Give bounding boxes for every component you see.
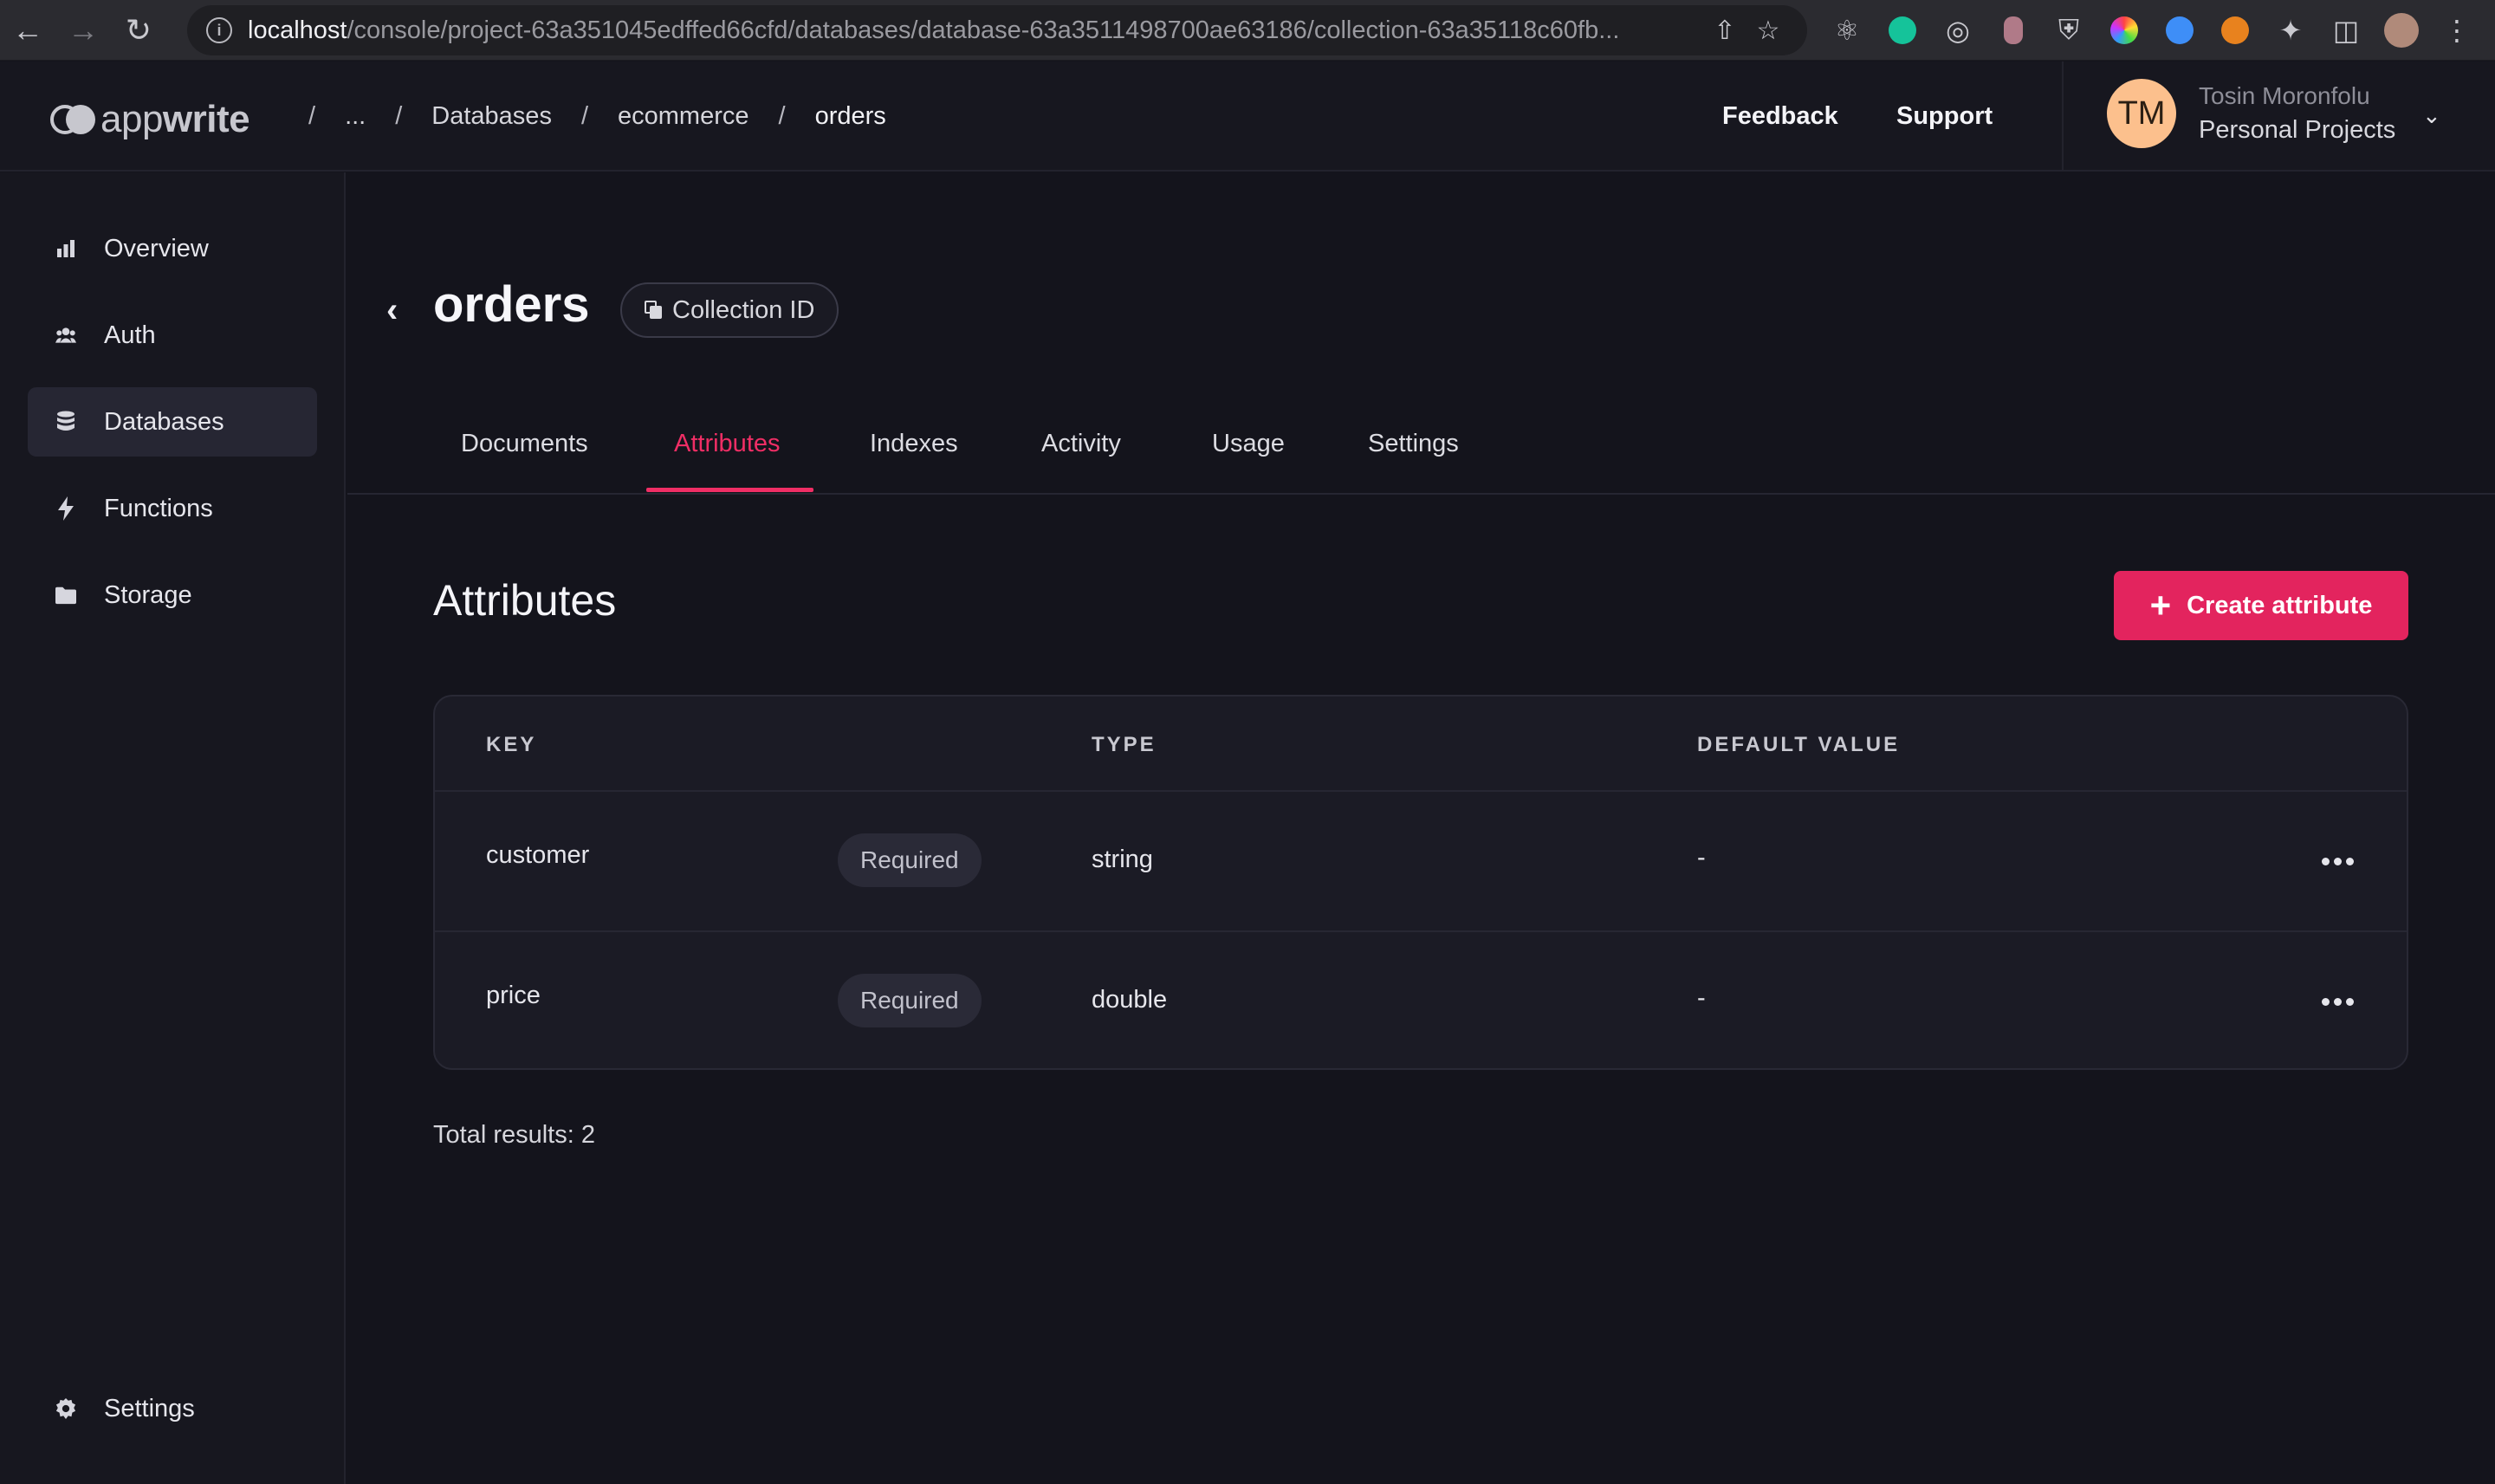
- database-icon: [55, 411, 76, 432]
- back-arrow-icon[interactable]: ←: [0, 0, 55, 61]
- chevron-down-icon[interactable]: ⌄: [2422, 102, 2441, 129]
- collection-id-label: Collection ID: [672, 295, 815, 324]
- logo-text: appwrite: [100, 98, 250, 140]
- tab-attributes[interactable]: Attributes: [674, 430, 781, 458]
- chart-bar-icon: [55, 238, 76, 259]
- user-org: Personal Projects: [2199, 116, 2396, 144]
- tab-usage[interactable]: Usage: [1212, 430, 1285, 458]
- row-key: customer: [486, 841, 590, 869]
- appwrite-logo-mark-icon: [50, 105, 95, 134]
- lightning-icon: [55, 496, 76, 521]
- back-chevron-icon[interactable]: ‹: [386, 291, 398, 330]
- reload-icon[interactable]: ↻: [111, 0, 166, 61]
- total-results: Total results: 2: [433, 1121, 595, 1149]
- avatar: TM: [2107, 79, 2176, 148]
- row-default: -: [1697, 844, 1706, 872]
- share-icon[interactable]: ⇧: [1703, 16, 1746, 46]
- sidebar-item-overview[interactable]: Overview: [28, 214, 317, 283]
- required-badge: Required: [838, 974, 982, 1027]
- user-info: Tosin Moronfolu Personal Projects: [2199, 80, 2395, 147]
- profile-avatar-icon[interactable]: [2374, 0, 2429, 61]
- sidebar-item-label: Overview: [104, 234, 209, 262]
- breadcrumb-databases[interactable]: Databases: [431, 102, 552, 131]
- sidebar-item-databases[interactable]: Databases: [28, 387, 317, 457]
- row-key: price: [486, 982, 541, 1009]
- tab-documents[interactable]: Documents: [461, 430, 588, 458]
- sidebar-item-auth[interactable]: Auth: [28, 301, 317, 370]
- url-text[interactable]: localhost/console/project-63a351045edffe…: [248, 16, 1703, 45]
- site-info-icon[interactable]: i: [206, 17, 232, 43]
- users-icon: [55, 325, 76, 346]
- sidebar-item-storage[interactable]: Storage: [28, 561, 317, 630]
- bookmark-star-icon[interactable]: ☆: [1746, 16, 1790, 46]
- column-header-type: TYPE: [1092, 733, 1157, 756]
- header-divider: [2062, 62, 2064, 172]
- grammarly-icon[interactable]: [1875, 0, 1930, 61]
- react-devtools-icon[interactable]: ⚛: [1819, 0, 1875, 61]
- sidebar-item-label: Settings: [104, 1394, 195, 1422]
- color-picker-icon[interactable]: [2096, 0, 2152, 61]
- puzzle-extensions-icon[interactable]: ✦: [2263, 0, 2318, 61]
- tabs-bar: Documents Attributes Indexes Activity Us…: [347, 381, 2495, 495]
- feedback-button[interactable]: Feedback: [1722, 102, 1838, 131]
- active-tab-indicator: [646, 488, 813, 492]
- address-bar[interactable]: i localhost/console/project-63a351045edf…: [187, 5, 1807, 55]
- extensions-area: ⚛ ◎ ⛨ ✦ ◫ ⋮: [1819, 0, 2485, 61]
- create-attribute-button[interactable]: + Create attribute: [2114, 571, 2408, 640]
- plus-icon: +: [2149, 585, 2172, 625]
- row-divider: [435, 790, 2407, 792]
- tab-activity[interactable]: Activity: [1041, 430, 1121, 458]
- target-extension-icon[interactable]: ◎: [1930, 0, 1986, 61]
- forward-arrow-icon[interactable]: →: [55, 0, 111, 61]
- breadcrumb-ecommerce[interactable]: ecommerce: [618, 102, 749, 131]
- eth-extension-icon[interactable]: [2152, 0, 2207, 61]
- attributes-table: KEY TYPE DEFAULT VALUE customer Required…: [433, 695, 2408, 1070]
- side-panel-icon[interactable]: ◫: [2318, 0, 2374, 61]
- create-attribute-label: Create attribute: [2187, 591, 2373, 619]
- breadcrumb: / ... / Databases / ecommerce / orders: [308, 101, 886, 131]
- sidebar-item-label: Storage: [104, 580, 192, 609]
- metamask-icon[interactable]: [2207, 0, 2263, 61]
- kebab-menu-icon[interactable]: ⋮: [2429, 0, 2485, 61]
- tab-indexes[interactable]: Indexes: [870, 430, 958, 458]
- user-menu[interactable]: TM Tosin Moronfolu Personal Projects: [2107, 79, 2395, 148]
- column-header-key: KEY: [486, 733, 537, 756]
- collection-id-button[interactable]: Collection ID: [620, 282, 839, 338]
- shield-extension-icon[interactable]: ⛨: [2041, 0, 2096, 61]
- column-header-default: DEFAULT VALUE: [1697, 733, 1901, 756]
- browser-toolbar: ← → ↻ i localhost/console/project-63a351…: [0, 0, 2495, 61]
- page-title: orders: [433, 276, 590, 333]
- breadcrumb-orders[interactable]: orders: [815, 102, 886, 131]
- gear-icon: [55, 1398, 76, 1419]
- copy-icon: [645, 301, 664, 320]
- row-default: -: [1697, 984, 1706, 1012]
- breadcrumb-ellipsis[interactable]: ...: [345, 102, 366, 131]
- more-options-icon[interactable]: [2311, 984, 2363, 1019]
- sidebar-item-label: Auth: [104, 321, 156, 349]
- tab-settings[interactable]: Settings: [1368, 430, 1459, 458]
- folder-icon: [55, 585, 76, 606]
- sidebar-item-settings[interactable]: Settings: [28, 1374, 317, 1443]
- row-divider: [435, 930, 2407, 932]
- sidebar-item-functions[interactable]: Functions: [28, 474, 317, 543]
- row-type: double: [1092, 986, 1168, 1014]
- sidebar-item-label: Functions: [104, 494, 213, 522]
- section-title: Attributes: [433, 576, 617, 625]
- user-name: Tosin Moronfolu: [2199, 82, 2370, 109]
- support-button[interactable]: Support: [1896, 102, 1993, 131]
- bug-extension-icon[interactable]: [1986, 0, 2041, 61]
- sidebar-item-label: Databases: [104, 407, 224, 436]
- row-type: string: [1092, 846, 1153, 873]
- more-options-icon[interactable]: [2311, 844, 2363, 878]
- appwrite-logo[interactable]: appwrite: [50, 98, 250, 141]
- required-badge: Required: [838, 833, 982, 887]
